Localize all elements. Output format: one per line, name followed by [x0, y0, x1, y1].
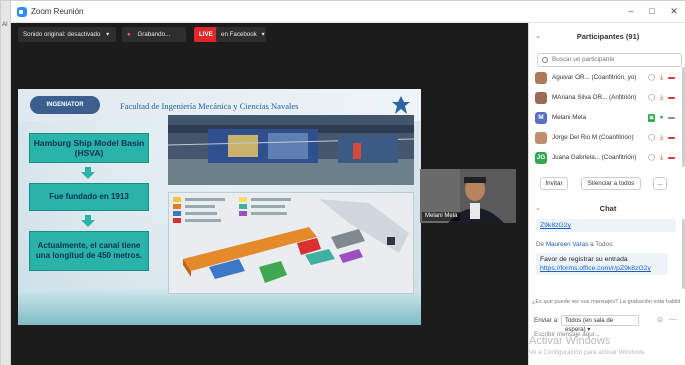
from-label: De	[536, 241, 545, 248]
participant-row[interactable]: M Melani Mela ▣ ● ▬	[535, 111, 681, 126]
avatar	[535, 72, 547, 84]
video-on-icon[interactable]: ▬	[668, 114, 675, 122]
arrow-down-icon	[81, 215, 95, 227]
info-box-length: Actualmente, el canal tiene una longitud…	[29, 231, 149, 271]
screen-share-icon: ◯	[648, 74, 656, 81]
chat-message-previous: Z9k8zG2y	[536, 219, 676, 232]
video-off-icon[interactable]: ▬	[668, 154, 675, 162]
participant-name: Melani Mela	[552, 114, 586, 121]
participant-name: Jorge Del Rio M (Coanfitrión)	[552, 134, 634, 141]
participant-name: MAriana Silva OR... (Anfitrión)	[552, 94, 637, 101]
meeting-stage: Sonido original: desactivado ▾ ● Graband…	[11, 23, 528, 365]
facebook-live-dropdown[interactable]: en Facebook ▾	[216, 27, 266, 42]
emoji-icon[interactable]: ☺	[656, 315, 664, 324]
sender-name[interactable]: Maureen Varas	[546, 241, 589, 248]
facebook-label: en Facebook	[221, 31, 257, 38]
original-sound-label: Sonido original: desactivado	[23, 31, 101, 38]
windows-activation-title: Activar Windows	[529, 335, 611, 347]
video-off-icon[interactable]: ▬	[668, 94, 675, 102]
recording-label: Grabando...	[137, 31, 171, 38]
chat-message: Favor de registrar su entrada https://fo…	[536, 253, 668, 275]
live-badge[interactable]: LIVE	[194, 27, 218, 42]
screen-share-icon: ◯	[648, 134, 656, 141]
participant-name: Aguivar OR... (Coanfitrión, yo)	[552, 74, 637, 81]
mute-all-button[interactable]: Silenciar a todos	[581, 177, 641, 190]
participant-video-tile[interactable]: Melani Mela	[420, 169, 516, 223]
participant-row[interactable]: Aguivar OR... (Coanfitrión, yo) ◯ ⤓ ▬	[535, 71, 681, 86]
more-icon[interactable]: ⋯	[669, 315, 677, 324]
participant-row[interactable]: JG Juana Gabriela... (Coanfitrión) ◯ ⤓ ▬	[535, 151, 681, 166]
send-to-dropdown[interactable]: Todos (en sala de espera) ▾	[561, 315, 639, 333]
window-title: Zoom Reunión	[31, 7, 84, 16]
avatar: JG	[535, 152, 547, 164]
avatar	[535, 92, 547, 104]
windows-activation-subtitle: Ve a Configuración para activar Windows.	[529, 349, 646, 356]
mic-muted-icon[interactable]: ⤓	[658, 134, 665, 142]
mic-muted-icon[interactable]: ⤓	[658, 94, 665, 102]
mic-on-icon[interactable]: ●	[658, 114, 665, 122]
zoom-window: AI Zoom Reunión – □ ✕ Sonido original: d…	[0, 0, 685, 365]
maximize-icon[interactable]: □	[644, 5, 660, 18]
record-dot-icon: ●	[127, 31, 131, 38]
chat-sender-line: De Maureen Varas a Todos:	[536, 241, 614, 248]
university-crest-icon	[392, 96, 410, 114]
video-off-icon[interactable]: ▬	[668, 74, 675, 82]
chevron-down-icon: ▾	[106, 31, 110, 38]
ingeniator-logo: INGENIATOR	[30, 96, 100, 114]
send-to-label: Enviar a:	[534, 317, 559, 324]
faculty-title: Facultad de Ingeniería Mecánica y Cienci…	[120, 101, 299, 111]
avatar: M	[535, 112, 547, 124]
mic-muted-icon[interactable]: ⤓	[658, 74, 665, 82]
original-sound-dropdown[interactable]: Sonido original: desactivado ▾	[18, 27, 116, 42]
zoom-logo-icon	[17, 7, 27, 17]
video-participant-name: Melani Mela	[422, 212, 461, 221]
facility-map	[168, 192, 414, 294]
more-options-button[interactable]: ...	[653, 177, 667, 190]
recording-indicator[interactable]: ● Grabando...	[122, 27, 186, 42]
participant-name: Juana Gabriela... (Coanfitrión)	[552, 154, 637, 161]
chat-recording-notice: ¿Es que puede ver sus mensajes? La graba…	[532, 299, 681, 305]
spotlight-icon: ▣	[648, 114, 655, 122]
edge-label: AI	[2, 22, 8, 28]
participant-search-input[interactable]: Buscar un participante	[537, 53, 682, 67]
search-icon	[542, 57, 548, 63]
invite-button[interactable]: Invitar	[540, 177, 568, 190]
screen-share-icon: ◯	[648, 154, 656, 161]
close-icon[interactable]: ✕	[666, 5, 682, 18]
chat-link[interactable]: Z9k8zG2y	[540, 222, 571, 229]
chevron-down-icon: ▾	[261, 31, 265, 38]
to-label: a Todos:	[590, 241, 614, 248]
participant-row[interactable]: Jorge Del Rio M (Coanfitrión) ◯ ⤓ ▬	[535, 131, 681, 146]
title-bar: Zoom Reunión – □ ✕	[11, 1, 685, 23]
participant-row[interactable]: MAriana Silva OR... (Anfitrión) ◯ ⤓ ▬	[535, 91, 681, 106]
search-placeholder: Buscar un participante	[552, 56, 615, 63]
chat-link[interactable]: https://forms.office.com/r/pZ9k8zG2y	[540, 264, 664, 273]
screen-share-icon: ◯	[648, 94, 656, 101]
chat-message-text: Favor de registrar su entrada	[540, 256, 628, 263]
chat-title: Chat	[599, 204, 617, 213]
towing-tank-photo	[168, 115, 414, 185]
side-panel: ⌄ Participantes (91) Buscar un participa…	[528, 23, 685, 365]
mic-muted-icon[interactable]: ⤓	[658, 154, 665, 162]
left-edge-strip: AI	[1, 1, 11, 365]
participants-title: Participantes (91)	[576, 32, 640, 41]
video-off-icon[interactable]: ▬	[668, 134, 675, 142]
shared-screen-slide: INGENIATOR Facultad de Ingeniería Mecáni…	[18, 89, 421, 325]
arrow-down-icon	[81, 167, 95, 179]
info-box-hsva: Hamburg Ship Model Basin (HSVA)	[29, 133, 149, 163]
avatar	[535, 132, 547, 144]
minimize-icon[interactable]: –	[623, 5, 639, 18]
info-box-founded: Fue fundado en 1913	[29, 183, 149, 211]
